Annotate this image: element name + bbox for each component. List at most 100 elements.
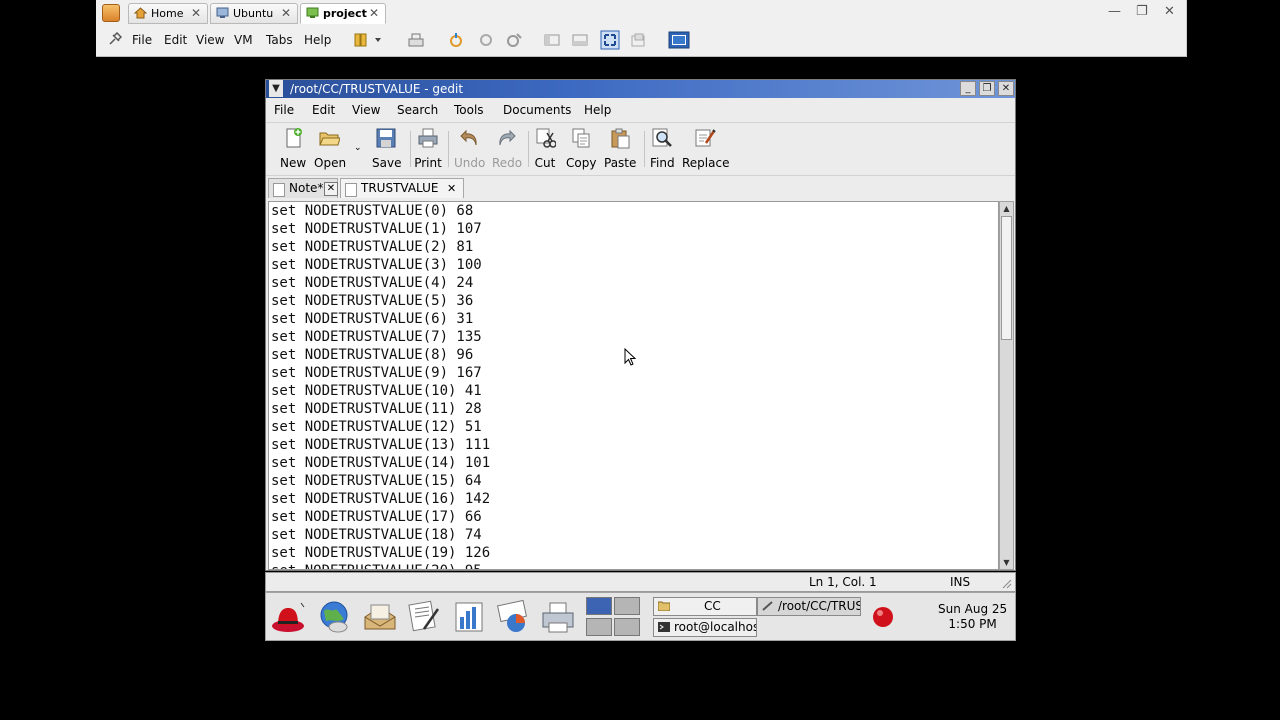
vmware-app-icon[interactable] [102,4,120,22]
text-line: set NODETRUSTVALUE(3) 100 [271,257,482,273]
workspace-4[interactable] [614,618,640,636]
replace-button[interactable]: Replace [682,127,730,170]
copy-button[interactable]: Copy [566,127,596,170]
word-processor-icon[interactable] [406,599,442,635]
redo-button[interactable]: Redo [492,127,522,170]
bottom-panel: CC /root/CC/TRUS root@localhost Sun Aug … [265,592,1016,641]
vm-menu-vm[interactable]: VM [234,33,253,47]
cut-button[interactable]: Cut [534,127,557,170]
text-line: set NODETRUSTVALUE(0) 68 [271,203,474,219]
close-icon[interactable]: ✕ [191,4,201,23]
vm-menu-view[interactable]: View [196,33,224,47]
close-tab-icon[interactable]: ✕ [447,179,456,198]
scroll-up-icon[interactable]: ▲ [1001,203,1012,214]
revert-snapshot-icon[interactable] [478,32,494,48]
menu-search[interactable]: Search [397,103,438,117]
new-button[interactable]: New [280,127,306,170]
resize-grip-icon[interactable] [1000,577,1012,589]
tab-note[interactable]: Note* ✕ [268,178,338,198]
replace-icon [695,129,716,147]
replace-label: Replace [682,156,730,170]
presentation-icon[interactable] [496,599,532,635]
gedit-icon [762,601,773,611]
printer-icon[interactable] [540,599,576,635]
vertical-scrollbar[interactable]: ▲ ▼ [999,201,1014,570]
window-menu-icon[interactable]: ▼ [269,80,283,97]
snapshot-manager-icon[interactable] [506,32,522,48]
paste-icon [611,128,630,149]
console-view-icon[interactable] [668,31,690,49]
save-label: Save [372,156,402,170]
close-icon[interactable]: ✕ [281,4,291,23]
send-keys-icon[interactable] [408,32,424,48]
vm-menu-file[interactable]: File [132,33,152,47]
text-line: set NODETRUSTVALUE(1) 107 [271,221,482,237]
clock[interactable]: Sun Aug 25 1:50 PM [938,602,1007,632]
close-window-icon[interactable]: ✕ [1164,4,1175,19]
menu-view[interactable]: View [352,103,380,117]
close-icon[interactable]: ✕ [369,4,379,23]
text-line: set NODETRUSTVALUE(16) 142 [271,491,491,507]
workspace-3[interactable] [586,618,612,636]
workspace-1[interactable] [586,597,612,615]
workspace-switcher[interactable] [586,597,642,637]
open-button[interactable]: Open [314,127,346,170]
web-browser-icon[interactable] [316,599,352,635]
close-tab-icon[interactable]: ✕ [324,182,338,196]
vm-tab-label: Home [151,7,184,20]
vm-menu-edit[interactable]: Edit [164,33,187,47]
library-icon[interactable] [354,32,384,48]
fullscreen-icon[interactable] [600,30,620,50]
menu-help[interactable]: Help [584,103,611,117]
scroll-down-icon[interactable]: ▼ [1001,557,1012,568]
vm-tab-project[interactable]: project ✕ [300,3,386,24]
scrollbar-thumb[interactable] [1001,216,1012,340]
find-button[interactable]: Find [650,127,675,170]
maximize-icon[interactable]: ❐ [979,81,995,96]
save-button[interactable]: Save [372,127,402,170]
update-alert-icon[interactable] [872,606,894,628]
menu-documents[interactable]: Documents [503,103,571,117]
vm-menu-tabs[interactable]: Tabs [266,33,293,47]
close-icon[interactable]: ✕ [998,81,1014,96]
spreadsheet-icon[interactable] [452,599,488,635]
print-button[interactable]: Print [414,127,442,170]
text-line: set NODETRUSTVALUE(14) 101 [271,455,491,471]
find-label: Find [650,156,675,170]
thumbnail-bar-icon[interactable] [572,32,588,48]
text-line: set NODETRUSTVALUE(18) 74 [271,527,482,543]
cut-label: Cut [534,156,556,170]
task-gedit[interactable]: /root/CC/TRUS [757,597,861,616]
clock-time: 1:50 PM [948,617,997,631]
paste-button[interactable]: Paste [604,127,636,170]
undo-button[interactable]: Undo [454,127,486,170]
tab-trustvalue[interactable]: TRUSTVALUE ✕ [340,178,464,198]
text-editor[interactable]: set NODETRUSTVALUE(0) 68 set NODETRUSTVA… [268,201,999,570]
redhat-menu-icon[interactable] [270,599,306,635]
snapshot-icon[interactable] [448,32,464,48]
document-icon [273,183,285,197]
menu-file[interactable]: File [274,103,294,117]
text-line: set NODETRUSTVALUE(20) 95 [271,562,482,569]
vm-tab-home[interactable]: Home ✕ [128,3,208,24]
vm-icon [306,7,319,18]
vm-menu-help[interactable]: Help [304,33,331,47]
minimize-icon[interactable]: _ [960,81,976,96]
vm-tab-ubuntu[interactable]: Ubuntu ✕ [210,3,298,24]
menu-tools[interactable]: Tools [454,103,484,117]
menu-edit[interactable]: Edit [312,103,335,117]
window-titlebar[interactable]: ▼ /root/CC/TRUSTVALUE - gedit _ ❐ ✕ [266,80,1015,98]
restore-icon[interactable]: ❐ [1136,4,1148,19]
task-terminal[interactable]: root@localhost [653,618,757,637]
minimize-icon[interactable]: — [1108,4,1121,19]
undo-label: Undo [454,156,486,170]
workspace-2[interactable] [614,597,640,615]
open-recent-dropdown-icon[interactable]: ⌄ [354,143,362,153]
task-cc[interactable]: CC [653,597,757,616]
unity-icon[interactable] [630,32,646,48]
pin-icon[interactable] [106,32,122,48]
email-icon[interactable] [362,599,398,635]
show-sidebar-icon[interactable] [544,32,560,48]
paste-label: Paste [604,156,637,170]
document-icon [345,183,357,197]
